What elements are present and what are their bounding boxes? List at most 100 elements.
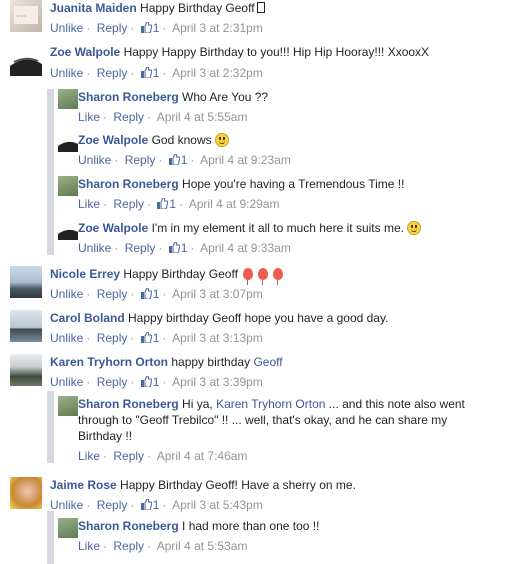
avatar[interactable]	[10, 266, 42, 298]
thumbs-up-icon	[140, 67, 152, 78]
reply-button[interactable]: Reply	[113, 449, 144, 463]
thumbs-up-icon	[168, 242, 180, 253]
timestamp[interactable]: April 4 at 7:46am	[157, 449, 248, 463]
comment-text: Hope you're having a Tremendous Time !!	[182, 177, 405, 191]
reply-button[interactable]: Reply	[113, 539, 144, 553]
mention-link[interactable]: Geoff	[253, 355, 282, 369]
like-button[interactable]: Like	[78, 110, 100, 124]
timestamp[interactable]: April 4 at 5:55am	[157, 110, 248, 124]
commenter-name[interactable]: Karen Tryhorn Orton	[50, 355, 168, 369]
commenter-name[interactable]: Sharon Roneberg	[78, 519, 179, 533]
thumbs-up-icon	[140, 499, 152, 510]
avatar[interactable]: ~~~	[10, 0, 42, 32]
commenter-name[interactable]: Juanita Maiden	[50, 1, 137, 15]
timestamp[interactable]: April 3 at 2:31pm	[172, 21, 263, 35]
comment-text: I had more than one too !!	[182, 519, 320, 533]
commenter-name[interactable]: Jaime Rose	[50, 478, 117, 492]
smiley-emoji-icon	[406, 221, 421, 235]
reply-button[interactable]: Reply	[97, 66, 128, 80]
thumbs-up-icon	[157, 198, 169, 209]
like-count[interactable]: 1	[168, 241, 187, 255]
reply-button[interactable]: Reply	[97, 331, 128, 345]
thumbs-up-icon	[140, 22, 152, 33]
timestamp[interactable]: April 4 at 9:33am	[200, 241, 291, 255]
commenter-name[interactable]: Sharon Roneberg	[78, 177, 179, 191]
timestamp[interactable]: April 3 at 3:39pm	[172, 375, 263, 389]
avatar[interactable]	[58, 132, 78, 152]
comment-text: God knows	[151, 133, 212, 147]
comment-text: I'm in my element it all to much here it…	[151, 221, 404, 235]
avatar[interactable]	[58, 89, 78, 109]
balloon-emoji-icon	[272, 268, 283, 285]
comment-text: Happy birthday Geoff hope you have a goo…	[128, 311, 389, 325]
comment-text: Happy Birthday Geoff	[123, 267, 238, 281]
like-count[interactable]: 1	[157, 197, 176, 211]
balloon-emoji-icon	[257, 268, 268, 285]
unlike-button[interactable]: Unlike	[50, 21, 83, 35]
unlike-button[interactable]: Unlike	[50, 66, 83, 80]
comment-text: Happy Happy Birthday to you!!! Hip Hip H…	[123, 45, 430, 59]
reply-button[interactable]: Reply	[113, 197, 144, 211]
reply-thread-rail	[47, 511, 54, 564]
avatar[interactable]	[58, 518, 78, 538]
comment-text: through to "Geoff Trebilco" !! ... well,…	[78, 413, 448, 427]
reply-button[interactable]: Reply	[97, 21, 128, 35]
like-count[interactable]: 1	[140, 375, 159, 389]
like-button[interactable]: Like	[78, 539, 100, 553]
thumbs-up-icon	[140, 376, 152, 387]
like-count[interactable]: 1	[140, 287, 159, 301]
unlike-button[interactable]: Unlike	[50, 331, 83, 345]
avatar[interactable]	[58, 220, 78, 240]
reply-button[interactable]: Reply	[113, 110, 144, 124]
like-count[interactable]: 1	[140, 21, 159, 35]
avatar[interactable]	[58, 396, 78, 416]
reply-button[interactable]: Reply	[125, 241, 156, 255]
avatar[interactable]	[58, 176, 78, 196]
like-button[interactable]: Like	[78, 197, 100, 211]
mention-link[interactable]: Karen Tryhorn Orton	[216, 397, 325, 411]
timestamp[interactable]: April 3 at 3:07pm	[172, 287, 263, 301]
commenter-name[interactable]: Zoe Walpole	[50, 45, 120, 59]
avatar[interactable]	[10, 310, 42, 342]
comment-text: Who Are You ??	[182, 90, 269, 104]
reply-button[interactable]: Reply	[125, 153, 156, 167]
commenter-name[interactable]: Nicole Errey	[50, 267, 120, 281]
commenter-name[interactable]: Zoe Walpole	[78, 133, 148, 147]
timestamp[interactable]: April 3 at 3:13pm	[172, 331, 263, 345]
smiley-emoji-icon	[214, 133, 229, 147]
comment-text: happy birthday	[171, 355, 251, 369]
commenter-name[interactable]: Zoe Walpole	[78, 221, 148, 235]
unlike-button[interactable]: Unlike	[78, 241, 111, 255]
timestamp[interactable]: April 3 at 5:43pm	[172, 498, 263, 512]
comment-text: Happy Birthday Geoff! Have a sherry on m…	[120, 478, 356, 492]
unlike-button[interactable]: Unlike	[50, 498, 83, 512]
unlike-button[interactable]: Unlike	[50, 287, 83, 301]
unknown-glyph-icon	[256, 2, 265, 13]
thumbs-up-icon	[140, 332, 152, 343]
timestamp[interactable]: April 4 at 9:29am	[189, 197, 280, 211]
like-count[interactable]: 1	[140, 498, 159, 512]
thumbs-up-icon	[168, 154, 180, 165]
like-count[interactable]: 1	[168, 153, 187, 167]
avatar[interactable]	[10, 354, 42, 386]
avatar[interactable]	[10, 44, 42, 76]
reply-button[interactable]: Reply	[97, 375, 128, 389]
balloon-emoji-icon	[242, 268, 253, 285]
reply-button[interactable]: Reply	[97, 287, 128, 301]
like-button[interactable]: Like	[78, 449, 100, 463]
svg-text:~~~: ~~~	[16, 14, 27, 20]
unlike-button[interactable]: Unlike	[78, 153, 111, 167]
reply-thread-rail	[47, 89, 54, 255]
commenter-name[interactable]: Sharon Roneberg	[78, 397, 179, 411]
reply-button[interactable]: Reply	[97, 498, 128, 512]
comment-text: Happy Birthday Geoff	[140, 1, 255, 15]
like-count[interactable]: 1	[140, 66, 159, 80]
like-count[interactable]: 1	[140, 331, 159, 345]
timestamp[interactable]: April 3 at 2:32pm	[172, 66, 263, 80]
avatar[interactable]	[10, 477, 42, 509]
timestamp[interactable]: April 4 at 5:53am	[157, 539, 248, 553]
commenter-name[interactable]: Carol Boland	[50, 311, 125, 325]
unlike-button[interactable]: Unlike	[50, 375, 83, 389]
timestamp[interactable]: April 4 at 9:23am	[200, 153, 291, 167]
commenter-name[interactable]: Sharon Roneberg	[78, 90, 179, 104]
